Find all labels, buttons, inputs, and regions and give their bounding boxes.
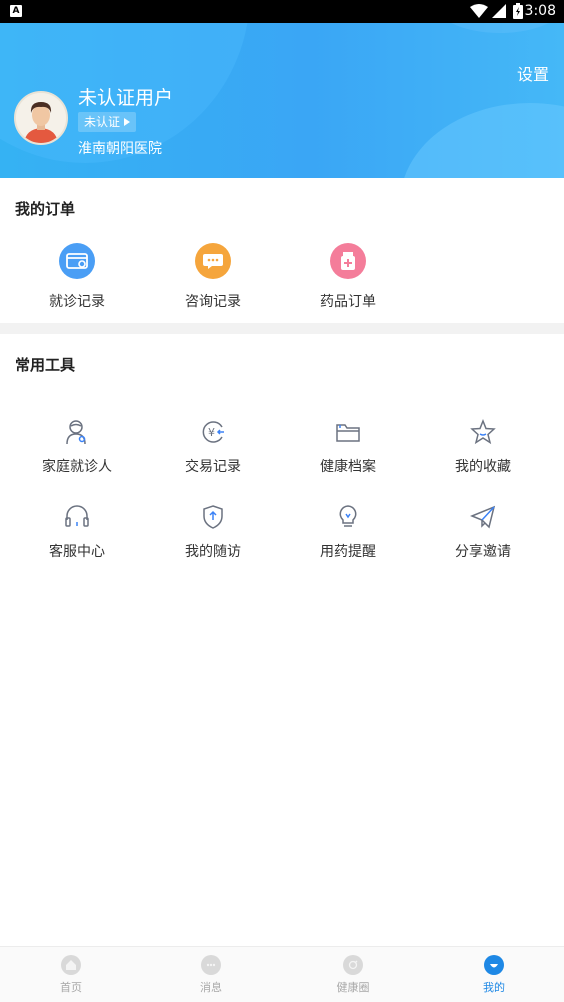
tool-transactions[interactable]: ¥ 交易记录 [158, 418, 268, 476]
clock: 3:08 [524, 3, 556, 19]
tool-item-label: 我的随访 [185, 544, 241, 560]
tab-label: 我的 [483, 981, 505, 994]
status-bar: A 3:08 [0, 0, 564, 23]
tab-label: 健康圈 [336, 981, 370, 994]
home-icon [61, 955, 81, 975]
health-circle-icon [343, 955, 363, 975]
tool-item-label: 健康档案 [320, 459, 376, 475]
settings-button[interactable]: 设置 [517, 61, 549, 85]
star-icon [428, 418, 538, 446]
tool-item-label: 用药提醒 [320, 544, 376, 560]
folder-icon [293, 418, 403, 446]
order-item-label: 药品订单 [320, 294, 376, 310]
tool-customer-service[interactable]: 客服中心 [22, 503, 132, 561]
profile-header: 设置 未认证用户 未认证 淮南朝阳医院 [0, 23, 564, 178]
header-decoration [400, 103, 564, 178]
verify-badge-label: 未认证 [84, 115, 121, 129]
order-medicine-orders[interactable]: 药品订单 [293, 243, 403, 311]
header-decoration [430, 23, 564, 33]
profile-icon [484, 955, 504, 975]
battery-icon [513, 3, 523, 19]
order-consult-records[interactable]: 咨询记录 [158, 243, 268, 311]
consult-chat-icon [195, 243, 231, 279]
headset-icon [22, 503, 132, 531]
tab-messages[interactable]: 消息 [171, 955, 251, 995]
order-item-label: 咨询记录 [185, 294, 241, 310]
family-patient-icon [22, 418, 132, 446]
tab-profile[interactable]: 我的 [454, 955, 534, 995]
bottom-tab-bar: 首页 消息 健康圈 我的 [0, 946, 564, 1002]
tool-my-followups[interactable]: 我的随访 [158, 503, 268, 561]
tools-section-title: 常用工具 [15, 356, 76, 374]
svg-text:¥: ¥ [208, 426, 215, 439]
verify-badge[interactable]: 未认证 [78, 112, 137, 132]
hospital-name: 淮南朝阳医院 [78, 141, 162, 157]
tool-item-label: 我的收藏 [455, 459, 511, 475]
tool-my-favorites[interactable]: 我的收藏 [428, 418, 538, 476]
paper-plane-icon [428, 503, 538, 531]
tab-health-circle[interactable]: 健康圈 [313, 955, 393, 995]
shield-icon [158, 503, 268, 531]
username: 未认证用户 [78, 87, 174, 109]
tool-family-patient[interactable]: 家庭就诊人 [22, 418, 132, 476]
visit-record-icon [59, 243, 95, 279]
tool-item-label: 家庭就诊人 [42, 459, 112, 475]
tool-item-label: 交易记录 [185, 459, 241, 475]
notification-icon: A [10, 5, 22, 17]
play-arrow-icon [124, 118, 131, 126]
wifi-icon [470, 4, 488, 18]
medicine-box-icon [330, 243, 366, 279]
orders-section-title: 我的订单 [15, 200, 76, 218]
tab-label: 首页 [60, 981, 82, 994]
avatar[interactable] [14, 91, 68, 145]
lightbulb-icon [293, 503, 403, 531]
tab-label: 消息 [200, 981, 222, 994]
tab-home[interactable]: 首页 [31, 955, 111, 995]
user-avatar-icon [16, 93, 66, 143]
order-item-label: 就诊记录 [49, 294, 105, 310]
tool-item-label: 分享邀请 [455, 544, 511, 560]
order-visit-records[interactable]: 就诊记录 [22, 243, 132, 311]
tool-health-records[interactable]: 健康档案 [293, 418, 403, 476]
message-icon [201, 955, 221, 975]
tool-item-label: 客服中心 [49, 544, 105, 560]
signal-icon [492, 4, 506, 18]
tool-medication-reminder[interactable]: 用药提醒 [293, 503, 403, 561]
section-divider [0, 323, 564, 334]
tool-share-invite[interactable]: 分享邀请 [428, 503, 538, 561]
transaction-yen-icon: ¥ [158, 418, 268, 446]
